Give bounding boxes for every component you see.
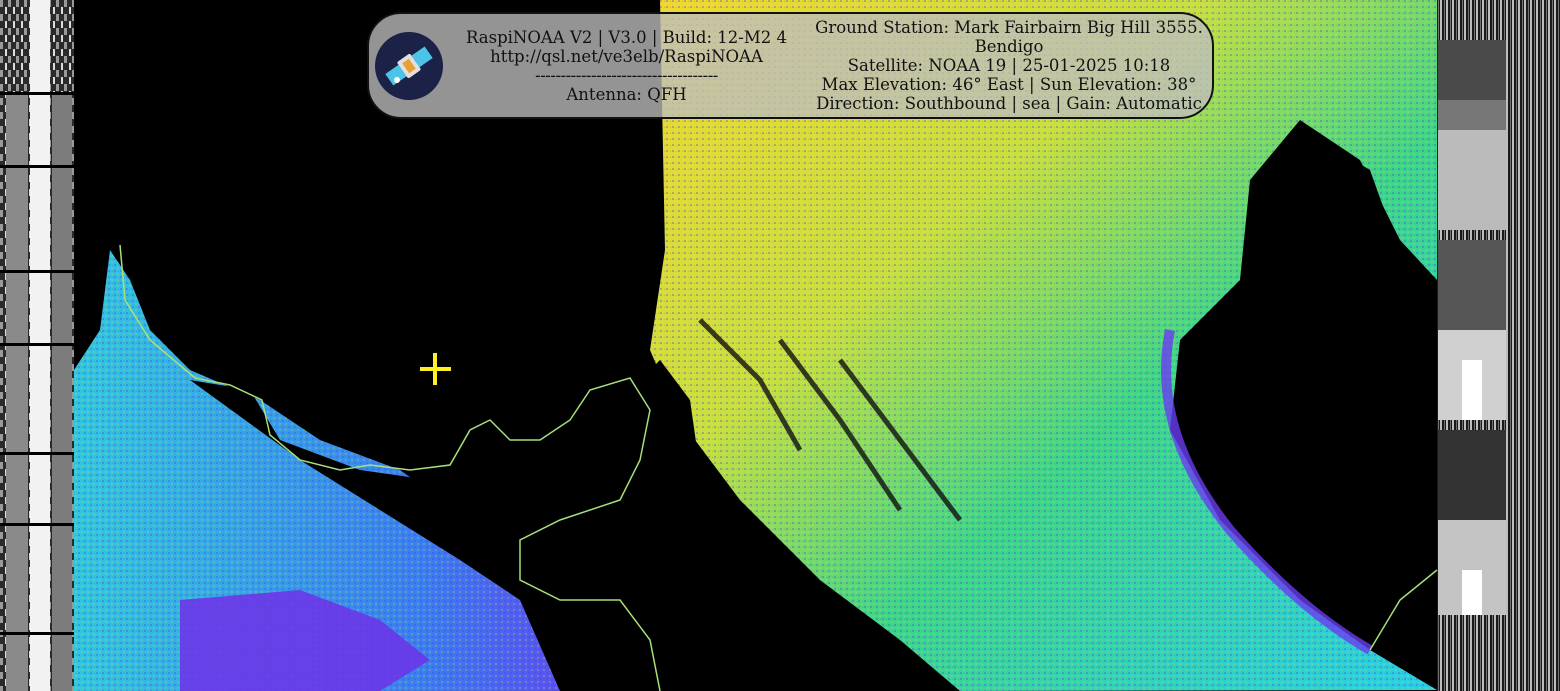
ground-station-text: Ground Station: Mark Fairbairn Big Hill … [815,18,1203,56]
separator-line: ------------------------------------ [535,66,718,85]
satellite-icon [375,32,443,100]
elevation-text: Max Elevation: 46° East | Sun Elevation:… [821,75,1197,94]
satellite-text: Satellite: NOAA 19 | 25-01-2025 10:18 [847,56,1171,75]
pass-info-panel: RaspiNOAA V2 | V3.0 | Build: 12-M2 4 htt… [367,12,1214,119]
antenna-text: Antenna: QFH [566,85,687,104]
left-telemetry-strip [0,0,74,691]
app-version-text: RaspiNOAA V2 | V3.0 | Build: 12-M2 4 [465,28,788,47]
direction-text: Direction: Southbound | sea | Gain: Auto… [816,94,1202,113]
project-url: http://qsl.net/ve3elb/RaspiNOAA [490,47,763,66]
right-telemetry-strip [1437,0,1560,691]
